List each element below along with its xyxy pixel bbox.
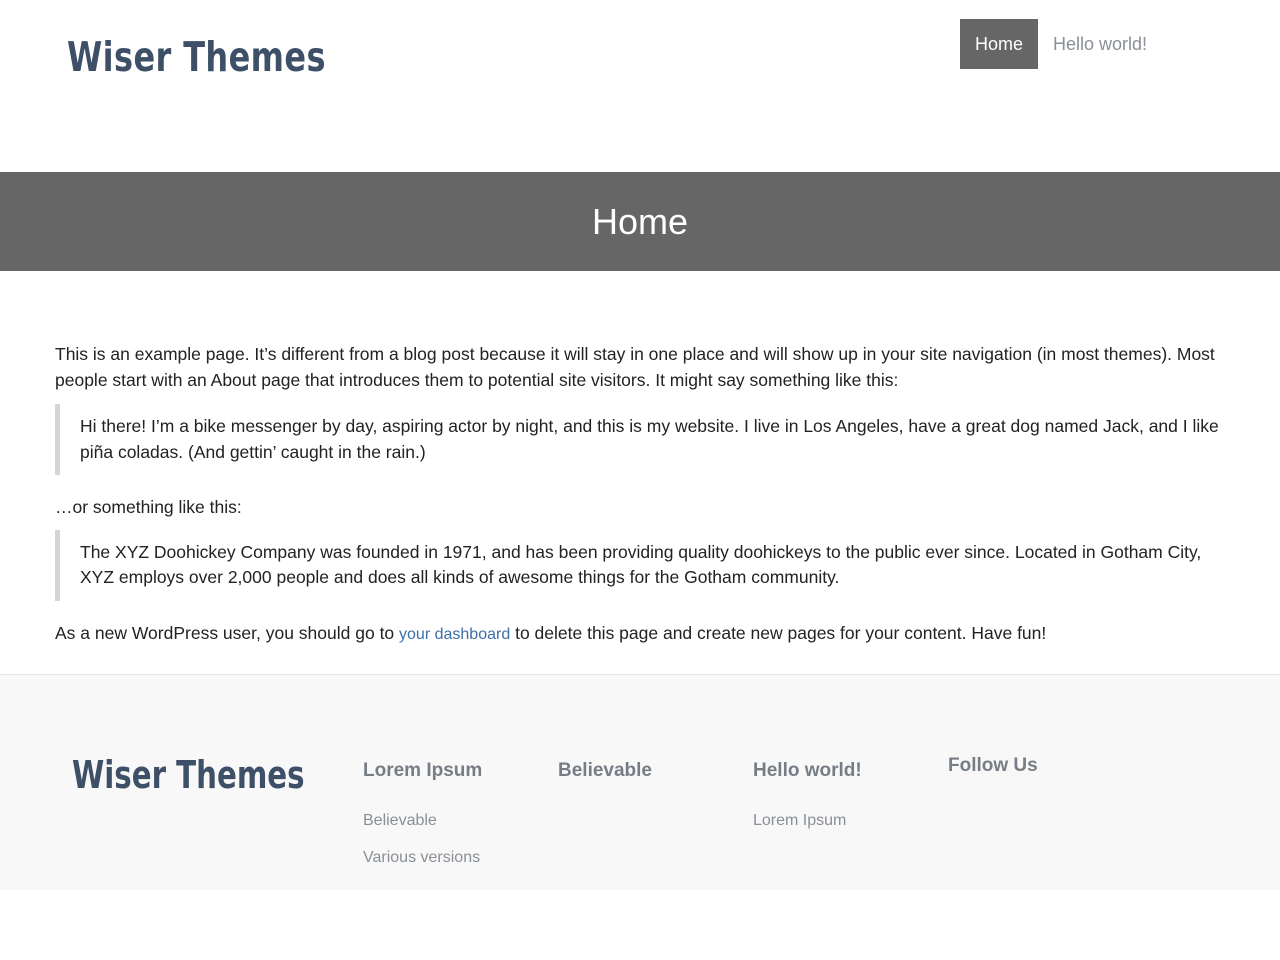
final-paragraph: As a new WordPress user, you should go t… <box>55 621 1225 648</box>
page-title-banner: Home <box>0 172 1280 271</box>
footer-column-title: Lorem Ipsum <box>363 760 483 781</box>
final-text-after: to delete this page and create new pages… <box>510 622 1047 643</box>
main-nav: Home Hello world! <box>960 19 1162 69</box>
dashboard-link[interactable]: your dashboard <box>399 626 510 643</box>
footer-logo[interactable]: Wiser Themes <box>72 753 305 799</box>
footer-link-believable[interactable]: Believable <box>363 811 482 831</box>
nav-hello-world[interactable]: Hello world! <box>1038 19 1162 69</box>
footer-column-believable: Believable <box>558 759 652 811</box>
site-footer: Wiser Themes Lorem Ipsum Believable Vari… <box>0 674 1280 890</box>
page-title: Home <box>591 200 689 242</box>
blockquote-2: The XYZ Doohickey Company was founded in… <box>55 529 1225 601</box>
footer-column-title: Follow Us <box>948 755 1038 776</box>
site-logo[interactable]: Wiser Themes <box>67 33 326 82</box>
footer-link-lorem-ipsum[interactable]: Lorem Ipsum <box>753 811 862 831</box>
footer-column-hello-world: Hello world! Lorem Ipsum <box>753 759 862 848</box>
footer-link-various-versions[interactable]: Various versions <box>363 848 482 868</box>
footer-column-lorem-ipsum: Lorem Ipsum Believable Various versions <box>363 759 482 885</box>
footer-column-title: Believable <box>558 760 652 781</box>
page-content: This is an example page. It’s different … <box>0 271 1280 674</box>
nav-home[interactable]: Home <box>960 19 1039 69</box>
blockquote-1-text: Hi there! I’m a bike messenger by day, a… <box>80 416 1219 462</box>
or-paragraph: …or something like this: <box>55 497 242 517</box>
footer-column-follow-us: Follow Us <box>948 754 1038 806</box>
footer-column-title: Hello world! <box>753 760 862 781</box>
site-header: Wiser Themes Home Hello world! <box>0 0 1280 172</box>
final-text-before: As a new WordPress user, you should go t… <box>55 622 400 643</box>
intro-paragraph: This is an example page. It’s different … <box>55 344 1215 390</box>
blockquote-1: Hi there! I’m a bike messenger by day, a… <box>55 404 1225 475</box>
blockquote-2-text: The XYZ Doohickey Company was founded in… <box>80 541 1202 588</box>
